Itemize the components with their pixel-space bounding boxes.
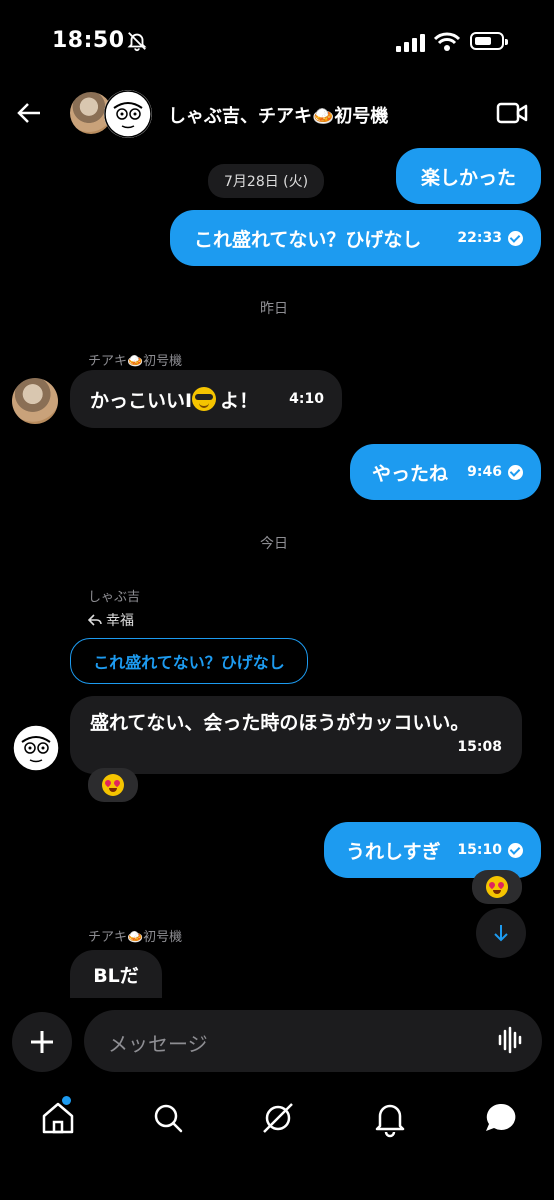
avatar-chiaki[interactable] bbox=[12, 378, 58, 424]
grok-icon[interactable] bbox=[258, 1098, 298, 1138]
home-icon[interactable] bbox=[38, 1098, 78, 1138]
read-check-icon bbox=[508, 842, 523, 858]
message-text: BLだ bbox=[93, 964, 139, 987]
message-bubble-incoming[interactable]: BLだ bbox=[70, 950, 162, 998]
status-time: 18:50 bbox=[52, 28, 125, 53]
message-bubble-incoming[interactable]: 盛れてない、会った時のほうがカッコいい。 15:08 bbox=[70, 696, 522, 774]
reaction-badge[interactable] bbox=[472, 870, 522, 904]
read-check-icon bbox=[508, 464, 523, 480]
home-notification-dot bbox=[62, 1096, 71, 1105]
message-time: 15:10 bbox=[457, 842, 502, 858]
message-time: 9:46 bbox=[467, 464, 502, 480]
message-text: 盛れてない、会った時のほうがカッコいい。 bbox=[90, 712, 470, 734]
message-bubble-incoming[interactable]: かっこいいI よ！ 4:10 bbox=[70, 370, 342, 428]
quoted-message[interactable]: これ盛れてない？ひげなし bbox=[70, 638, 308, 684]
message-text: かっこいいI bbox=[90, 389, 193, 412]
notifications-icon[interactable] bbox=[370, 1098, 410, 1138]
message-time: 22:33 bbox=[457, 230, 502, 246]
message-bubble-outgoing[interactable]: これ盛れてない？ひげなし 22:33 bbox=[170, 210, 541, 266]
sender-name: チアキ🍛初号機 bbox=[88, 354, 183, 369]
plus-icon bbox=[31, 1031, 53, 1053]
sunglasses-emoji-icon bbox=[192, 387, 217, 411]
message-text: やったね bbox=[372, 462, 449, 485]
avatar-shabukichi[interactable] bbox=[104, 90, 152, 138]
heart-eyes-emoji-icon bbox=[102, 774, 124, 796]
scroll-to-bottom-button[interactable] bbox=[476, 908, 526, 958]
message-text-suffix: よ！ bbox=[220, 389, 259, 412]
add-attachment-button[interactable] bbox=[12, 1012, 72, 1072]
chat-title[interactable]: しゃぶ吉、チアキ🍛初号機 bbox=[168, 102, 388, 128]
battery-icon bbox=[470, 32, 508, 50]
message-text: これ盛れてない？ひげなし bbox=[194, 228, 422, 251]
video-icon[interactable] bbox=[496, 100, 528, 126]
waveform-icon[interactable] bbox=[498, 1026, 524, 1054]
sender-name: しゃぶ吉 bbox=[88, 590, 141, 605]
messages-icon[interactable] bbox=[480, 1098, 520, 1138]
message-text: 楽しかった bbox=[420, 166, 516, 189]
message-bubble-outgoing[interactable]: やったね 9:46 bbox=[350, 444, 541, 500]
heart-eyes-emoji-icon bbox=[486, 876, 508, 898]
avatar-shabukichi[interactable] bbox=[12, 724, 60, 772]
date-pill: 7月28日 (火) bbox=[208, 164, 325, 198]
reply-indicator: 幸福 bbox=[88, 610, 134, 630]
mute-bell-icon bbox=[127, 32, 147, 52]
wifi-icon bbox=[434, 32, 460, 51]
read-check-icon bbox=[508, 230, 523, 246]
reply-label: 幸福 bbox=[106, 613, 134, 629]
day-label: 今日 bbox=[260, 536, 288, 552]
sender-name: チアキ🍛初号機 bbox=[88, 930, 183, 945]
message-input-placeholder: メッセージ bbox=[108, 1032, 208, 1056]
message-bubble-outgoing[interactable]: 楽しかった bbox=[396, 148, 541, 204]
back-arrow-icon[interactable] bbox=[14, 98, 44, 128]
day-label: 昨日 bbox=[260, 301, 288, 317]
search-icon[interactable] bbox=[148, 1098, 188, 1138]
message-text: うれしすぎ bbox=[346, 840, 441, 863]
reply-arrow-icon bbox=[88, 614, 102, 626]
message-time: 4:10 bbox=[289, 391, 324, 407]
arrow-down-icon bbox=[494, 925, 508, 942]
message-time: 15:08 bbox=[457, 739, 502, 755]
reaction-badge[interactable] bbox=[88, 768, 138, 802]
quoted-text: これ盛れてない？ひげなし bbox=[93, 653, 285, 672]
cellular-signal-icon bbox=[396, 34, 425, 52]
